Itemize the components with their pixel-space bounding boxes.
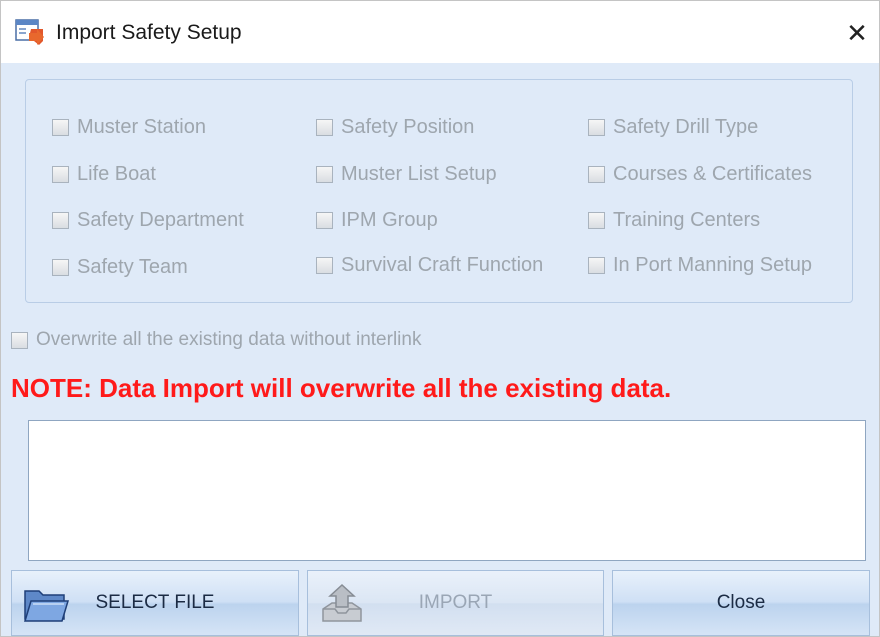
import-warning-note: NOTE: Data Import will overwrite all the… [11,373,672,403]
option-survival-craft-function[interactable]: Survival Craft Function [316,252,543,278]
option-label: Safety Drill Type [613,115,759,138]
option-safety-team[interactable]: Safety Team [52,254,188,280]
option-label: Training Centers [613,208,761,231]
option-muster-station[interactable]: Muster Station [52,114,206,140]
option-label: Muster Station [77,115,206,138]
option-label: In Port Manning Setup [613,253,813,276]
checkbox[interactable] [52,211,69,229]
option-life-boat[interactable]: Life Boat [52,161,156,187]
checkbox[interactable] [316,118,333,136]
import-app-icon [15,19,44,45]
import-log-textbox[interactable] [28,420,866,561]
checkbox[interactable] [316,256,333,274]
option-safety-department[interactable]: Safety Department [52,207,244,233]
option-label: Safety Position [341,115,475,138]
close-icon: ✕ [846,17,868,48]
option-in-port-manning-setup[interactable]: In Port Manning Setup [588,252,812,278]
select-file-button[interactable]: SELECT FILE [11,570,299,636]
checkbox[interactable] [588,165,605,183]
import-safety-setup-window: Import Safety Setup ✕ Muster Station Saf… [0,0,880,637]
folder-icon [23,590,70,622]
checkbox[interactable] [52,258,69,276]
option-safety-position[interactable]: Safety Position [316,114,474,140]
select-file-label: SELECT FILE [95,592,215,613]
checkbox[interactable] [588,256,605,274]
option-label: IPM Group [341,208,438,231]
checkbox[interactable] [52,118,69,136]
checkbox[interactable] [588,211,605,229]
option-ipm-group[interactable]: IPM Group [316,207,438,233]
import-label: IMPORT [418,592,493,613]
title-bar: Import Safety Setup ✕ [1,1,879,63]
options-group: Muster Station Safety Position Safety Dr… [25,79,853,303]
checkbox[interactable] [316,211,333,229]
option-label: Courses & Certificates [613,162,812,185]
option-label: Safety Department [77,208,244,231]
checkbox[interactable] [11,331,28,349]
import-tray-icon [322,583,362,622]
checkbox[interactable] [52,165,69,183]
window-title: Import Safety Setup [56,21,242,44]
checkbox[interactable] [316,165,333,183]
option-label: Life Boat [77,162,156,185]
close-button[interactable]: Close [612,570,870,636]
option-safety-drill-type[interactable]: Safety Drill Type [588,114,758,140]
overwrite-label: Overwrite all the existing data without … [36,329,422,350]
close-window-button[interactable]: ✕ [839,15,875,51]
dialog-body: Muster Station Safety Position Safety Dr… [1,63,879,636]
option-label: Muster List Setup [341,162,497,185]
option-training-centers[interactable]: Training Centers [588,207,760,233]
import-button[interactable]: IMPORT [307,570,604,636]
option-label: Safety Team [77,255,188,278]
overwrite-option[interactable]: Overwrite all the existing data without … [11,329,421,351]
checkbox[interactable] [588,118,605,136]
option-muster-list-setup[interactable]: Muster List Setup [316,161,497,187]
option-courses-certificates[interactable]: Courses & Certificates [588,161,812,187]
option-label: Survival Craft Function [341,253,544,276]
close-label: Close [716,592,766,613]
